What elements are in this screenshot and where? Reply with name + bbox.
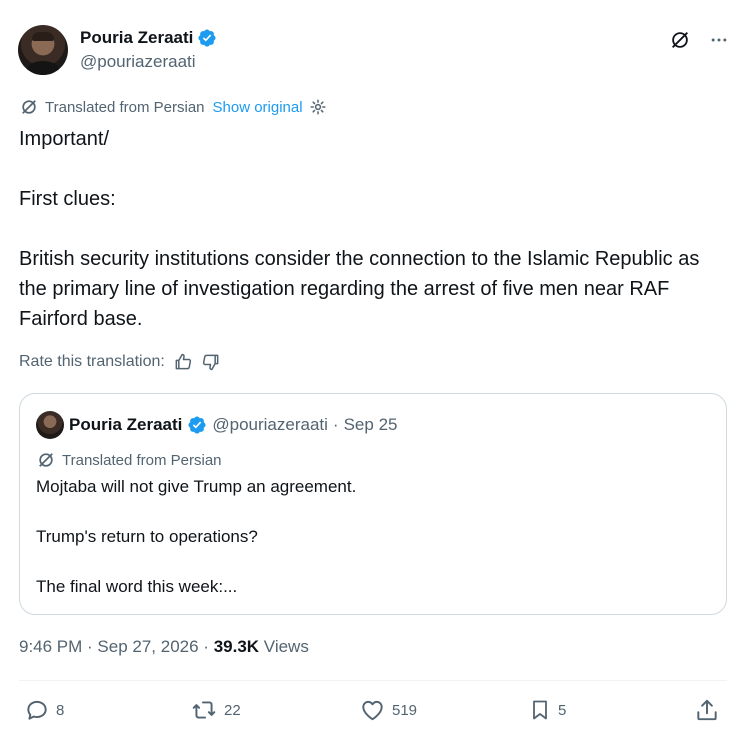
quote-author-handle: @pouriazeraati	[212, 415, 328, 434]
post-line: Important/	[19, 128, 110, 150]
quote-text: Mojtaba will not give Trump an agreement…	[36, 474, 696, 599]
views-count: 39.3K	[213, 637, 260, 656]
show-original-link[interactable]: Show original	[213, 99, 303, 116]
quote-line: Trump's return to operations?	[36, 527, 258, 546]
post-line: First clues:	[19, 188, 116, 210]
rate-label: Rate this translation:	[19, 353, 165, 370]
quote-translated-label: Translated from Persian	[62, 451, 222, 469]
bookmark-icon	[533, 700, 547, 720]
rate-translation: Rate this translation:	[19, 352, 221, 372]
reply-icon	[27, 700, 47, 720]
grok-icon[interactable]	[669, 29, 691, 51]
thumbs-down-icon[interactable]	[201, 352, 221, 372]
verified-badge-icon	[188, 416, 206, 434]
divider	[19, 680, 727, 681]
heart-icon	[362, 700, 383, 721]
translate-icon	[39, 453, 53, 467]
header-icons	[669, 29, 729, 51]
quote-avatar	[36, 411, 64, 439]
translated-label: Translated from Persian	[45, 98, 205, 116]
post-header: Pouria Zeraati @pouriazeraati	[18, 25, 729, 77]
translation-notice: Translated from Persian Show original	[19, 97, 327, 117]
more-options-icon[interactable]	[709, 30, 729, 50]
bookmark-count: 5	[558, 701, 567, 719]
post-timestamp[interactable]: 9:46 PM · Sep 27, 2026 ·	[19, 637, 209, 656]
settings-gear-icon[interactable]	[309, 98, 327, 116]
author-name-row: Pouria Zeraati	[80, 28, 217, 48]
quote-line: Mojtaba will not give Trump an agreement…	[36, 477, 357, 496]
quoted-post[interactable]: Pouria Zeraati @pouriazeraati · Sep 25 T…	[19, 393, 727, 615]
repost-button[interactable]: 22	[190, 697, 241, 723]
like-button[interactable]: 519	[359, 697, 417, 723]
quote-translation-notice: Translated from Persian	[36, 450, 222, 470]
repost-count: 22	[224, 701, 241, 719]
views-label: Views	[263, 637, 309, 656]
author-name[interactable]: Pouria Zeraati	[80, 28, 193, 48]
author-handle[interactable]: @pouriazeraati	[80, 52, 196, 72]
post-meta: 9:46 PM · Sep 27, 2026 · 39.3K Views	[19, 637, 309, 657]
avatar[interactable]	[18, 25, 68, 75]
action-bar: 8 22 519 5	[24, 697, 724, 727]
verified-badge-icon	[198, 29, 216, 47]
share-icon	[697, 699, 717, 721]
like-count: 519	[392, 701, 418, 719]
quote-line: The final word this week:...	[36, 577, 238, 596]
quote-date: Sep 25	[343, 415, 398, 434]
reply-button[interactable]: 8	[24, 697, 64, 723]
post-text: Important/ First clues: British security…	[19, 124, 719, 334]
repost-icon	[192, 701, 216, 719]
thumbs-up-icon[interactable]	[173, 352, 193, 372]
bookmark-button[interactable]: 5	[528, 697, 566, 723]
reply-count: 8	[56, 701, 65, 719]
share-button[interactable]	[694, 697, 720, 723]
post-line: British security institutions consider t…	[19, 248, 700, 330]
quote-author-name: Pouria Zeraati	[69, 415, 183, 434]
quote-separator: ·	[332, 415, 339, 434]
translate-icon	[22, 100, 36, 114]
quote-header: Pouria Zeraati @pouriazeraati · Sep 25	[36, 411, 397, 439]
